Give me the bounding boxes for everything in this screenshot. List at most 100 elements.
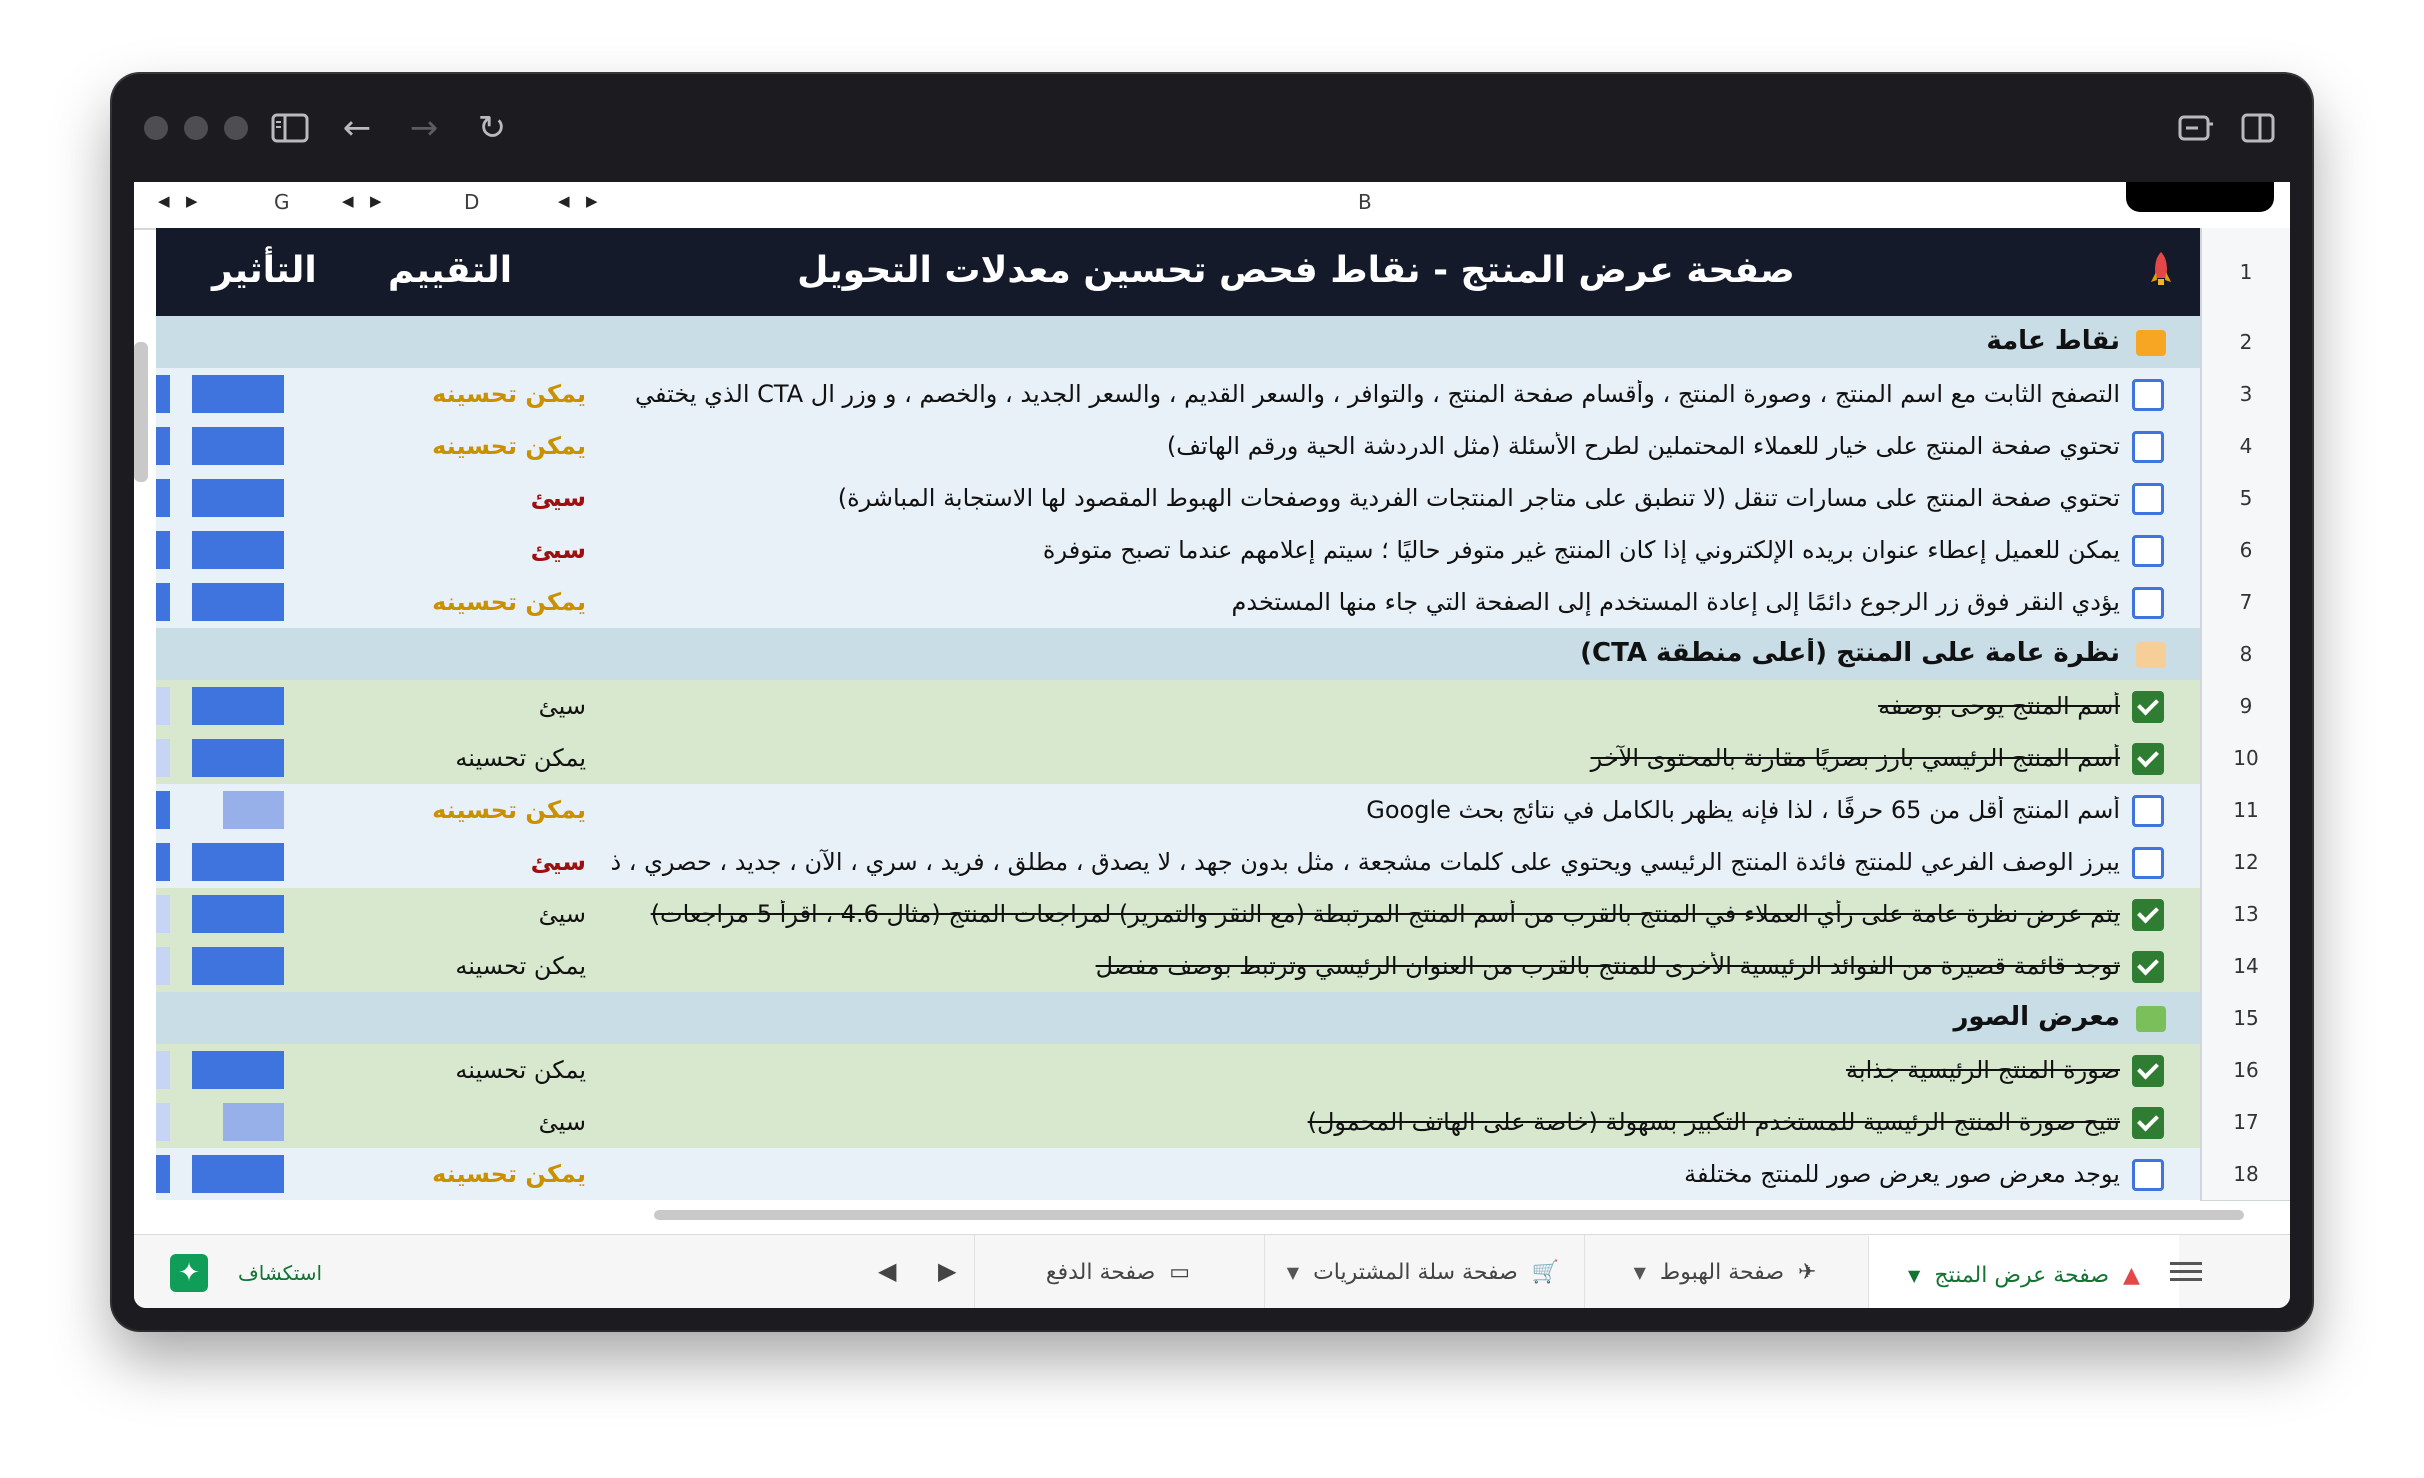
checkbox[interactable] [2132, 743, 2164, 775]
checklist-item-text[interactable]: يؤدي النقر فوق زر الرجوع دائمًا إلى إعاد… [554, 588, 2120, 616]
row-body: يتم عرض نظرة عامة على رأي العملاء في الم… [156, 888, 2200, 941]
row-number[interactable]: 16 [2200, 1044, 2290, 1097]
row-number[interactable]: 9 [2200, 680, 2290, 733]
horizontal-scrollbar[interactable] [654, 1208, 2244, 1222]
rating-cell[interactable]: يمكن تحسينه [376, 432, 586, 460]
sidebar-toggle-icon[interactable] [270, 108, 310, 148]
row-number[interactable]: 15 [2200, 992, 2290, 1045]
row-number[interactable]: 7 [2200, 576, 2290, 629]
row-number[interactable]: 6 [2200, 524, 2290, 577]
rating-cell[interactable]: سيئ [376, 484, 586, 512]
impact-bar [192, 739, 284, 777]
rating-cell[interactable]: يمكن تحسينه [376, 380, 586, 408]
rating-cell[interactable]: سيئ [376, 692, 586, 720]
tab-checkout-page[interactable]: ▭ صفحة الدفع [974, 1235, 1261, 1308]
impact-bar [192, 375, 284, 413]
expand-right-icon[interactable]: ▶ [370, 192, 382, 210]
checklist-item-text[interactable]: تتيح صورة المنتج الرئيسية للمستخدم التكب… [554, 1108, 2120, 1136]
rating-cell[interactable]: يمكن تحسينه [376, 744, 586, 772]
row-number[interactable]: 5 [2200, 472, 2290, 525]
checkbox[interactable] [2132, 483, 2164, 515]
checklist-item-text[interactable]: يوجد معرض صور يعرض صور للمنتج مختلفة [554, 1160, 2120, 1188]
vertical-scrollbar[interactable] [134, 342, 148, 482]
chevron-down-icon[interactable]: ▼ [1287, 1263, 1299, 1282]
tab-scroll-right-icon[interactable]: ▶ [938, 1257, 956, 1285]
maximize-window-button[interactable] [224, 116, 248, 140]
checkbox[interactable] [2132, 1159, 2164, 1191]
column-b-header[interactable]: B [1358, 190, 1372, 214]
rating-cell[interactable]: سيئ [376, 900, 586, 928]
row-number[interactable]: 4 [2200, 420, 2290, 473]
checklist-item-text[interactable]: يمكن للعميل إعطاء عنوان بريده الإلكتروني… [554, 536, 2120, 564]
forward-icon[interactable]: → [404, 108, 444, 148]
tab-product-page[interactable]: ▲ صفحة عرض المنتج ▼ [1868, 1235, 2179, 1308]
row-number[interactable]: 11 [2200, 784, 2290, 837]
tab-cart-page[interactable]: 🛒 صفحة سلة المشتريات ▼ [1264, 1235, 1581, 1308]
impact-edge-bar [156, 1103, 170, 1141]
checkbox[interactable] [2132, 535, 2164, 567]
checklist-item-text[interactable]: يبرز الوصف الفرعي للمنتج فائدة المنتج ال… [554, 848, 2120, 876]
rating-cell[interactable]: يمكن تحسينه [376, 588, 586, 616]
checklist-item-text[interactable]: يتم عرض نظرة عامة على رأي العملاء في الم… [554, 900, 2120, 928]
checkbox[interactable] [2132, 691, 2164, 723]
all-sheets-menu-icon[interactable] [2170, 1257, 2202, 1287]
row-number[interactable]: 10 [2200, 732, 2290, 785]
split-view-icon[interactable] [2238, 108, 2278, 148]
row-body: صورة المنتج الرئيسية جذابة يمكن تحسينه [156, 1044, 2200, 1097]
tab-scroll-left-icon[interactable]: ◀ [878, 1257, 896, 1285]
back-icon[interactable]: ← [337, 108, 377, 148]
reload-icon[interactable]: ↻ [472, 108, 512, 148]
rating-cell[interactable]: يمكن تحسينه [376, 952, 586, 980]
row-number[interactable]: 17 [2200, 1096, 2290, 1149]
row-number[interactable]: 18 [2200, 1148, 2290, 1201]
row-number[interactable]: 8 [2200, 628, 2290, 681]
expand-right-icon[interactable]: ▶ [186, 192, 198, 210]
column-d-header[interactable]: D [464, 190, 479, 214]
row-number[interactable]: 3 [2200, 368, 2290, 421]
checkbox[interactable] [2132, 847, 2164, 879]
row-number[interactable]: 12 [2200, 836, 2290, 889]
checkbox[interactable] [2132, 379, 2164, 411]
checkbox[interactable] [2132, 587, 2164, 619]
impact-bar [192, 531, 284, 569]
tab-landing-page[interactable]: ✈ صفحة الهبوط ▼ [1584, 1235, 1865, 1308]
explore-button[interactable]: ✦ استكشاف [170, 1251, 322, 1295]
checkbox[interactable] [2132, 431, 2164, 463]
checklist-item-text[interactable]: صورة المنتج الرئيسية جذابة [554, 1056, 2120, 1084]
collapse-left-icon[interactable]: ◀ [158, 192, 170, 210]
collapse-left-icon[interactable]: ◀ [558, 192, 570, 210]
checklist-item-text[interactable]: أسم المنتج أقل من 65 حرفًا ، لذا فإنه يظ… [554, 796, 2120, 824]
column-g-header[interactable]: G [274, 190, 290, 214]
impact-edge-bar [156, 531, 170, 569]
checkbox[interactable] [2132, 899, 2164, 931]
checklist-item-text[interactable]: تحتوي صفحة المنتج على خيار للعملاء المحت… [554, 432, 2120, 460]
rating-cell[interactable]: سيئ [376, 848, 586, 876]
collapse-left-icon[interactable]: ◀ [342, 192, 354, 210]
checkbox[interactable] [2132, 951, 2164, 983]
rating-cell[interactable]: سيئ [376, 1108, 586, 1136]
checklist-item-text[interactable]: توجد قائمة قصيرة من الفوائد الرئيسية الأ… [554, 952, 2120, 980]
checklist-item-text[interactable]: أسم المنتج يوحى بوصفه [554, 692, 2120, 720]
checklist-item-text[interactable]: تحتوي صفحة المنتج على مسارات تنقل (لا تن… [554, 484, 2120, 512]
minimize-window-button[interactable] [184, 116, 208, 140]
extension-icon[interactable] [2176, 108, 2216, 148]
row-number[interactable]: 13 [2200, 888, 2290, 941]
chevron-down-icon[interactable]: ▼ [1908, 1266, 1920, 1285]
row-number[interactable]: 2 [2200, 316, 2290, 369]
row-body: يوجد معرض صور يعرض صور للمنتج مختلفة يمكن… [156, 1148, 2200, 1201]
rating-cell[interactable]: يمكن تحسينه [376, 1160, 586, 1188]
row-number[interactable]: 14 [2200, 940, 2290, 993]
checklist-item-text[interactable]: أسم المنتج الرئيسي بارز بصريًا مقارنة با… [554, 744, 2120, 772]
rating-cell[interactable]: يمكن تحسينه [376, 796, 586, 824]
checkbox[interactable] [2132, 1107, 2164, 1139]
checklist-item-text[interactable]: التصفح الثابت مع اسم المنتج ، وصورة المن… [554, 380, 2120, 408]
rating-cell[interactable]: سيئ [376, 536, 586, 564]
rating-cell[interactable]: يمكن تحسينه [376, 1056, 586, 1084]
checkbox[interactable] [2132, 1055, 2164, 1087]
close-window-button[interactable] [144, 116, 168, 140]
rocket-icon: ▲ [2123, 1262, 2140, 1288]
expand-right-icon[interactable]: ▶ [586, 192, 598, 210]
row-number[interactable]: 1 [2200, 228, 2290, 317]
checkbox[interactable] [2132, 795, 2164, 827]
chevron-down-icon[interactable]: ▼ [1634, 1263, 1646, 1282]
